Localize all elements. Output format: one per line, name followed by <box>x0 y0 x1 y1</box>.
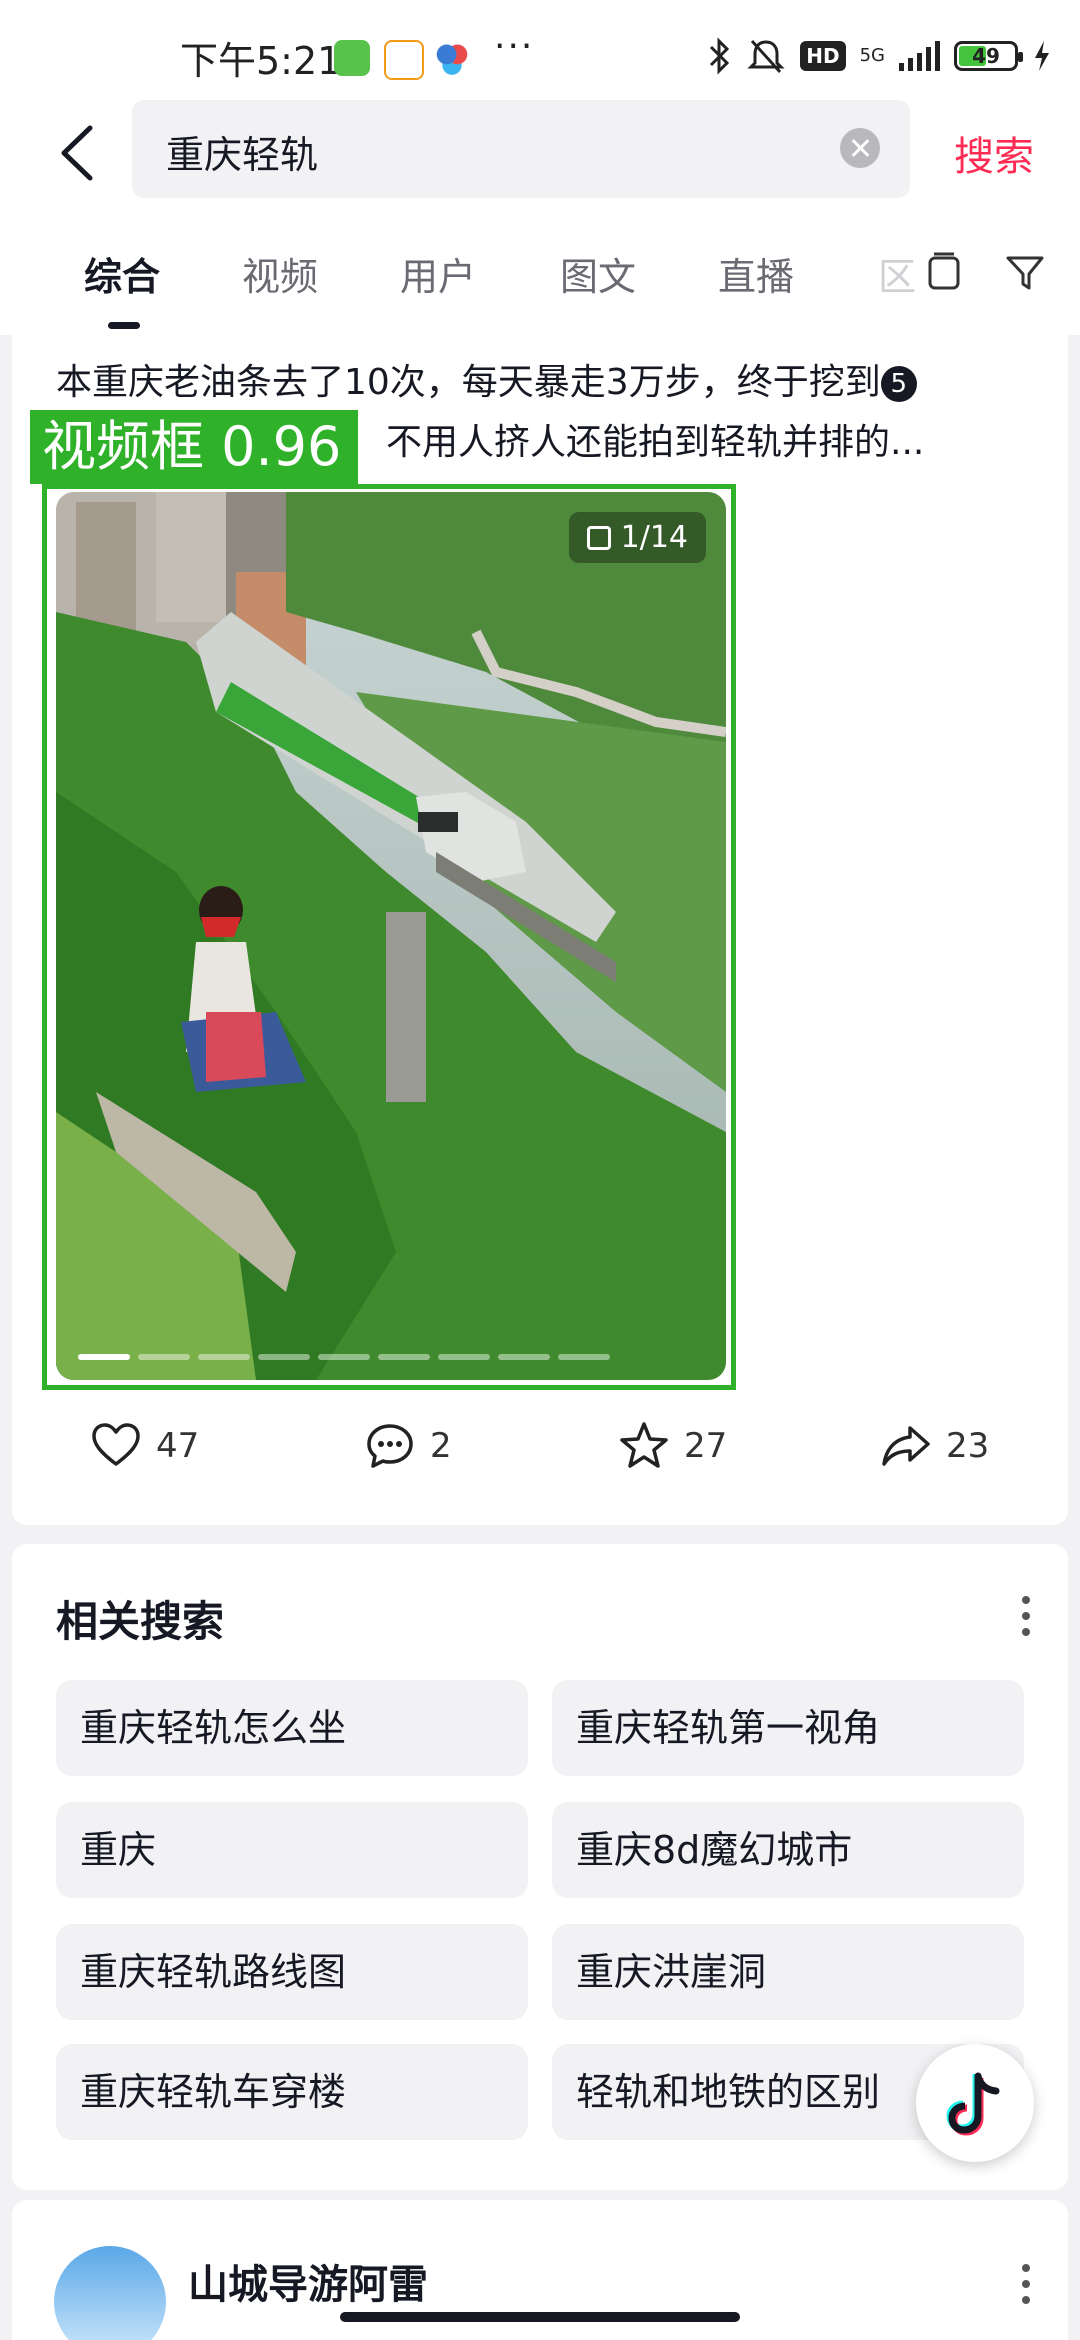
search-header: 重庆轻轨 搜索 <box>0 100 1080 210</box>
baidu-netdisk-icon <box>434 40 470 76</box>
tab-video[interactable]: 视频 <box>242 246 318 301</box>
monorail-scene-image <box>56 492 726 1380</box>
battery-percent: 49 <box>972 44 1000 68</box>
comment-button[interactable]: 2 <box>364 1420 452 1472</box>
more-options-icon[interactable] <box>1022 2264 1030 2312</box>
tab-live[interactable]: 直播 <box>718 246 794 301</box>
home-indicator <box>340 2312 740 2322</box>
status-time: 下午5:21 <box>180 39 342 83</box>
58-app-icon <box>384 40 424 80</box>
search-button[interactable]: 搜索 <box>954 124 1034 182</box>
tiktok-floating-button[interactable] <box>916 2044 1034 2162</box>
star-icon <box>620 1422 668 1468</box>
detection-label: 视频框 0.96 <box>30 410 358 484</box>
post-description-line1: 本重庆老油条去了10次，每天暴走3万步，终于挖到 5 <box>56 353 917 405</box>
charging-icon <box>1035 41 1049 71</box>
related-chip[interactable]: 重庆轻轨路线图 <box>56 1924 528 2020</box>
bluetooth-icon <box>710 37 730 75</box>
share-count: 23 <box>946 1426 990 1466</box>
mini-window-icon[interactable] <box>922 250 966 294</box>
post-actions: 47 2 27 23 <box>0 1420 1080 1480</box>
filter-icon[interactable] <box>1004 250 1048 294</box>
related-chip[interactable]: 重庆 <box>56 1802 528 1898</box>
mute-icon <box>747 39 785 74</box>
active-tab-indicator <box>108 322 140 329</box>
heart-icon <box>92 1423 140 1466</box>
post-author-name[interactable]: 山城导游阿雷 <box>188 2252 428 2310</box>
related-title: 相关搜索 <box>56 1597 225 1646</box>
favorite-button[interactable]: 27 <box>618 1420 727 1472</box>
search-query: 重庆轻轨 <box>166 133 319 177</box>
related-chip[interactable]: 重庆轻轨车穿楼 <box>56 2044 528 2140</box>
clear-icon[interactable] <box>840 128 880 168</box>
comment-count: 2 <box>430 1426 452 1466</box>
more-options-icon[interactable] <box>1022 1596 1030 1644</box>
carousel-dots <box>78 1354 610 1360</box>
back-arrow-icon[interactable] <box>50 118 110 188</box>
5g-signal-icon: 5G <box>859 45 885 66</box>
post-image[interactable]: 1/14 <box>56 492 726 1380</box>
image-counter: 1/14 <box>568 512 706 563</box>
share-icon <box>882 1426 930 1466</box>
gallery-icon <box>586 525 611 550</box>
comment-icon <box>367 1424 413 1468</box>
favorite-count: 27 <box>684 1426 728 1466</box>
battery-icon: 49 <box>954 41 1023 71</box>
tiktok-logo-icon <box>946 2072 1000 2136</box>
related-searches: 相关搜索 重庆轻轨怎么坐 重庆轻轨第一视角 重庆 重庆8d魔幻城市 重庆轻轨路线… <box>12 1544 1068 2190</box>
related-chip[interactable]: 重庆轻轨怎么坐 <box>56 1680 528 1776</box>
related-chip[interactable]: 重庆洪崖洞 <box>552 1924 1024 2020</box>
related-chip[interactable]: 重庆8d魔幻城市 <box>552 1802 1024 1898</box>
post-description-line2: 不用人挤人还能拍到轻轨并排的... <box>386 422 925 463</box>
like-count: 47 <box>156 1426 200 1466</box>
tab-all[interactable]: 综合 <box>84 246 160 301</box>
hd-icon: HD <box>800 41 846 71</box>
more-notifications-icon: ··· <box>494 26 535 67</box>
like-button[interactable]: 47 <box>90 1420 199 1472</box>
tab-partial[interactable]: 区 <box>878 246 916 301</box>
signal-bars-icon <box>899 41 940 71</box>
search-input[interactable]: 重庆轻轨 <box>132 100 910 198</box>
tab-users[interactable]: 用户 <box>400 246 476 301</box>
status-bar: 下午5:21 ··· HD 5G 49 <box>0 0 1080 100</box>
tab-image-text[interactable]: 图文 <box>560 246 636 301</box>
related-chip[interactable]: 重庆轻轨第一视角 <box>552 1680 1024 1776</box>
number-badge-icon: 5 <box>880 366 917 402</box>
tab-bar: 综合 视频 用户 图文 直播 区 <box>0 210 1080 335</box>
share-button[interactable]: 23 <box>880 1420 989 1472</box>
cat-app-icon <box>334 40 370 76</box>
avatar[interactable] <box>54 2246 166 2340</box>
image-counter-text: 1/14 <box>620 520 688 555</box>
